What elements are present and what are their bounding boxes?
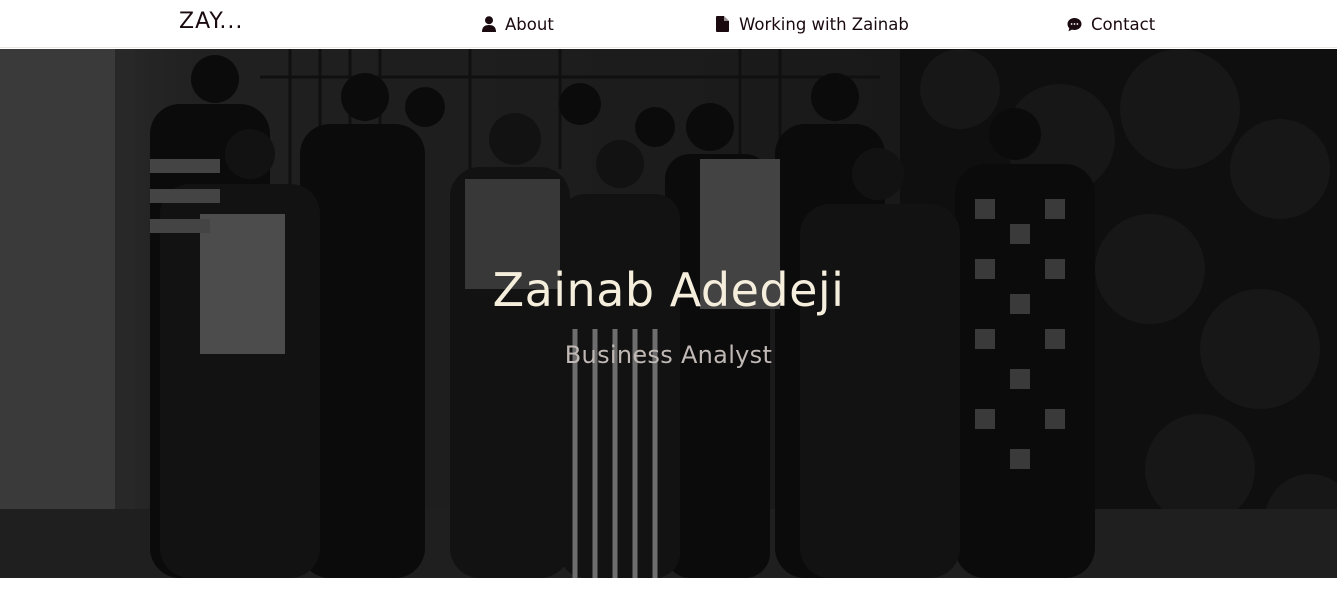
nav-link-label: Working with Zainab [739, 14, 909, 34]
user-icon [481, 16, 496, 33]
hero-title: Zainab Adedeji [492, 263, 845, 317]
hero-section: Zainab Adedeji Business Analyst [0, 49, 1337, 578]
brand-logo[interactable]: ZAY... [179, 9, 243, 34]
nav-link-label: Contact [1091, 14, 1156, 34]
top-navbar: ZAY... About Working with Zainab Contact [0, 0, 1337, 48]
nav-link-contact[interactable]: Contact [1067, 12, 1155, 36]
chat-bubble-icon [1067, 16, 1082, 33]
hero-subtitle: Business Analyst [564, 341, 773, 369]
document-icon [715, 16, 730, 33]
nav-link-working-with-zainab[interactable]: Working with Zainab [715, 12, 909, 36]
nav-link-about[interactable]: About [481, 12, 554, 36]
nav-link-label: About [505, 14, 554, 34]
